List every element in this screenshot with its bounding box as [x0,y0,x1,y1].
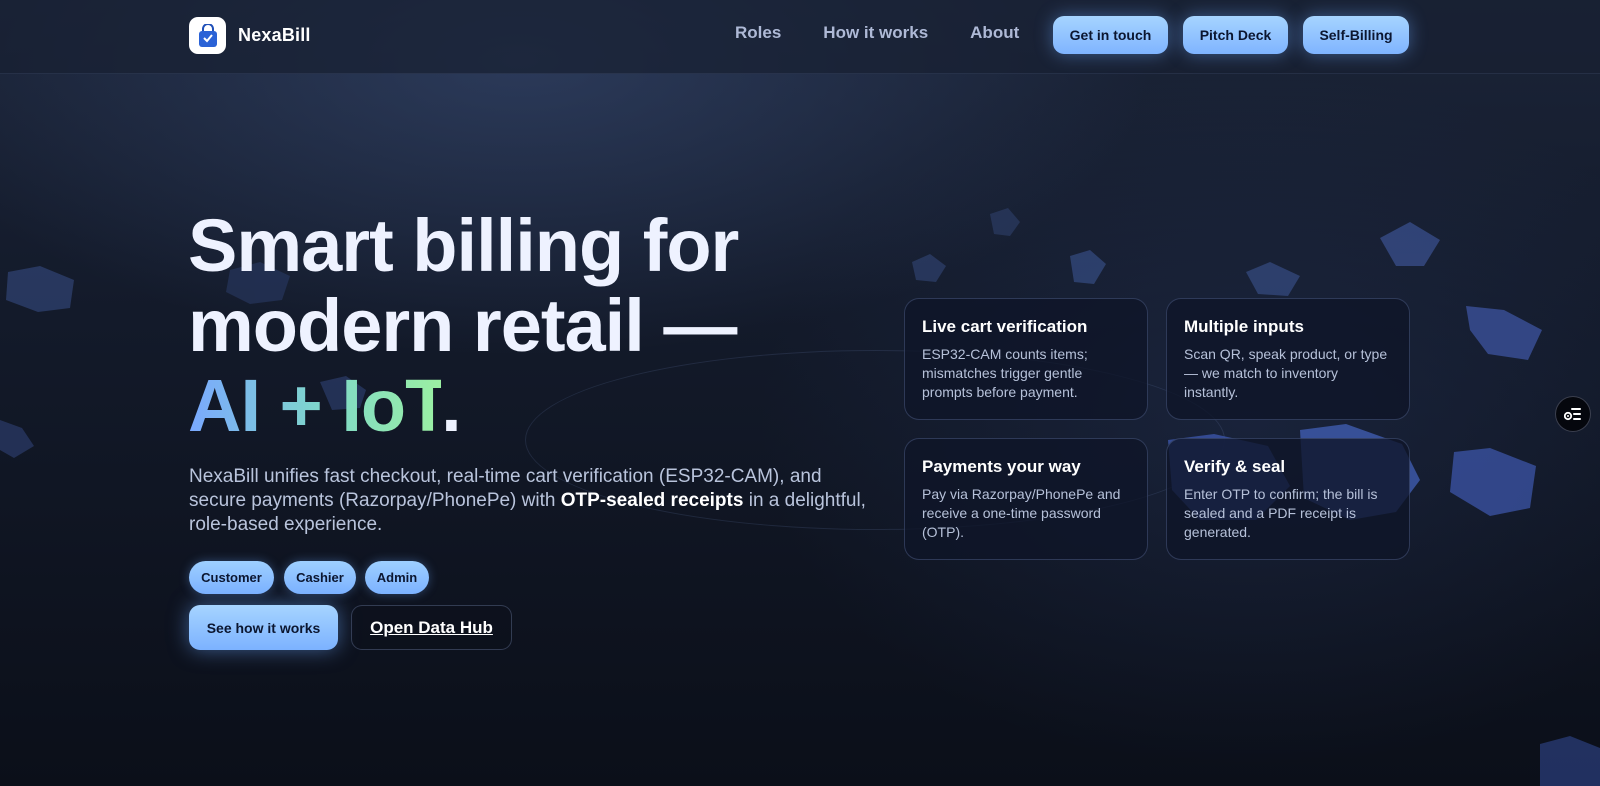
feature-card-text: Pay via Razorpay/PhonePe and receive a o… [922,486,1121,540]
role-chip-admin[interactable]: Admin [365,561,429,594]
shopping-bag-icon [189,17,226,54]
brand-name: NexaBill [238,25,311,45]
feature-card-text: ESP32-CAM counts items; mismatches trigg… [922,346,1088,400]
feature-card-multiple-inputs: Multiple inputs Scan QR, speak product, … [1166,298,1410,420]
hero-title-line-2: modern retail — [188,284,737,367]
feature-card-verify-seal: Verify & seal Enter OTP to confirm; the … [1166,438,1410,560]
role-chip-cashier[interactable]: Cashier [284,561,356,594]
open-data-hub-button[interactable]: Open Data Hub [351,605,512,650]
hero-title-period: . [441,364,462,447]
nav-link-about[interactable]: About [970,23,1019,43]
self-billing-button[interactable]: Self-Billing [1303,16,1409,54]
list-settings-button[interactable] [1555,396,1591,432]
feature-card-title: Live cart verification [922,317,1088,336]
feature-card-payments: Payments your way Pay via Razorpay/Phone… [904,438,1148,560]
main-nav: Roles How it works About [735,23,1061,43]
hero-title-highlight: AI + IoT [188,364,442,447]
list-settings-icon [1564,408,1581,421]
feature-card-title: Multiple inputs [1184,317,1304,336]
role-chip-customer[interactable]: Customer [189,561,274,594]
feature-card-title: Payments your way [922,457,1081,476]
get-in-touch-button[interactable]: Get in touch [1053,16,1168,54]
brand[interactable]: NexaBill [189,17,311,54]
feature-card-text: Scan QR, speak product, or type — we mat… [1184,346,1388,400]
top-navbar: NexaBill Roles How it works About Get in… [0,0,1600,74]
nav-link-how-it-works[interactable]: How it works [823,23,928,43]
hero-description-bold: OTP-sealed receipts [560,490,744,511]
feature-card-title: Verify & seal [1184,457,1286,476]
hero-description: NexaBill unifies fast checkout, real-tim… [189,465,879,537]
pitch-deck-button[interactable]: Pitch Deck [1183,16,1288,54]
see-how-it-works-button[interactable]: See how it works [189,605,338,650]
feature-card-text: Enter OTP to confirm; the bill is sealed… [1184,486,1378,540]
nav-link-roles[interactable]: Roles [735,23,781,43]
feature-card-live-cart: Live cart verification ESP32-CAM counts … [904,298,1148,420]
hero-title: Smart billing for modern retail — AI + I… [188,206,888,446]
hero-title-line-1: Smart billing for [188,204,739,287]
